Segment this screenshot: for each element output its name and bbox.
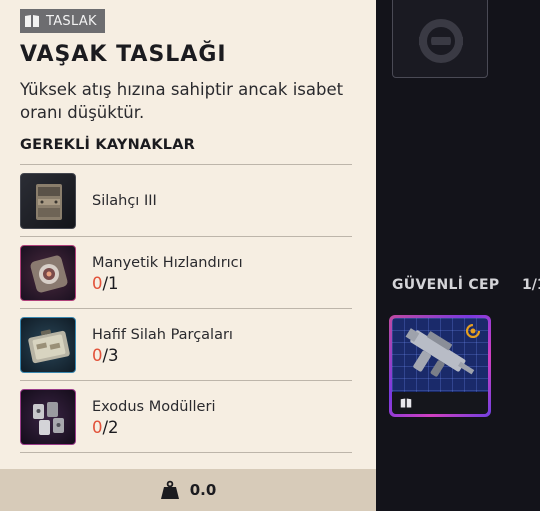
requirement-row: Exodus Modülleri 0/2 (20, 381, 352, 453)
item-card[interactable] (392, 318, 488, 414)
needed-count: /1 (102, 274, 119, 293)
owned-count: 0 (92, 418, 103, 437)
requirement-name: Manyetik Hızlandırıcı (92, 255, 243, 271)
requirement-count: 0/1 (92, 274, 119, 293)
needed-count: /3 (102, 346, 119, 365)
workbench-icon (20, 173, 76, 229)
tag-label: TASLAK (46, 13, 97, 29)
blueprint-book-icon (400, 398, 412, 408)
upgrade-badge-icon (466, 324, 480, 338)
secure-pocket-label: GÜVENLİ CEP (392, 277, 500, 293)
item-title: VAŞAK TASLAĞI (20, 42, 227, 67)
exodus-modules-icon (20, 389, 76, 445)
requirement-name: Exodus Modülleri (92, 399, 216, 415)
owned-count: 0 (92, 274, 103, 293)
divider (20, 452, 352, 453)
requirement-row: Silahçı III (20, 165, 352, 237)
book-icon (25, 15, 39, 27)
blueprint-tooltip: TASLAK VAŞAK TASLAĞI Yüksek atış hızına … (0, 0, 376, 511)
requirement-name: Hafif Silah Parçaları (92, 327, 233, 343)
tooltip-footer: 0.0 (0, 469, 376, 511)
item-description: Yüksek atış hızına sahiptir ancak isabet… (20, 80, 344, 122)
slot-placeholder-icon (419, 19, 463, 63)
gun-parts-case-icon (20, 317, 76, 373)
secure-pocket-count: 1/1 (522, 277, 540, 293)
requirement-row: Hafif Silah Parçaları 0/3 (20, 309, 352, 381)
requirement-row: Manyetik Hızlandırıcı 0/1 (20, 237, 352, 309)
secure-pocket-item-slot[interactable] (389, 315, 491, 417)
requirements-header: GEREKLİ KAYNAKLAR (20, 137, 195, 153)
accelerator-icon (20, 245, 76, 301)
requirement-name: Silahçı III (92, 193, 157, 209)
weight-icon (160, 480, 179, 499)
equipment-slot[interactable] (392, 0, 488, 78)
weight-value: 0.0 (189, 481, 217, 499)
blueprint-tag: TASLAK (20, 9, 105, 33)
requirement-count: 0/3 (92, 346, 119, 365)
needed-count: /2 (102, 418, 119, 437)
owned-count: 0 (92, 346, 103, 365)
requirement-count: 0/2 (92, 418, 119, 437)
